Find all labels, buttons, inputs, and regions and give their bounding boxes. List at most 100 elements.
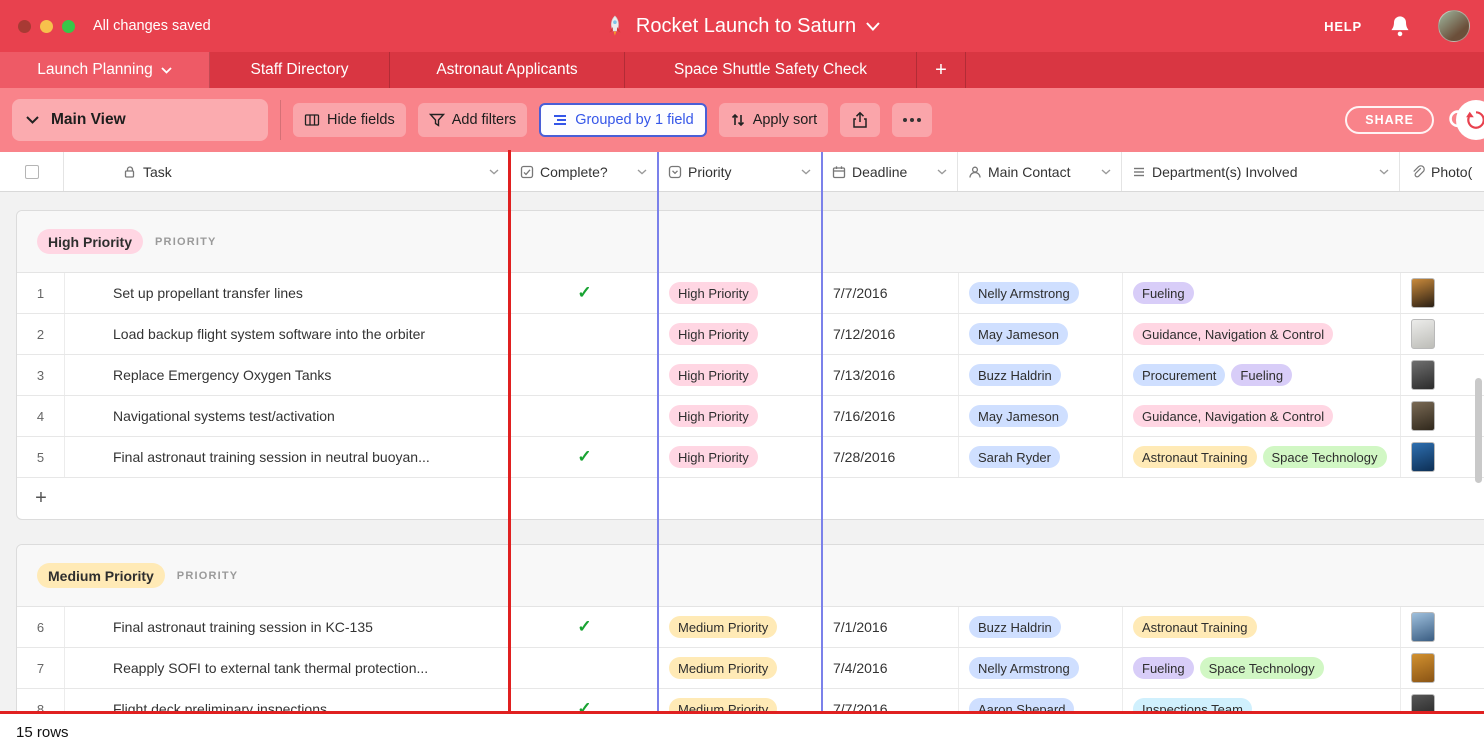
task-cell[interactable]: Navigational systems test/activation — [65, 396, 511, 436]
task-cell[interactable]: Final astronaut training session in KC-1… — [65, 607, 511, 647]
group-header[interactable]: Medium Priority PRIORITY — [17, 545, 1484, 607]
row-number-cell[interactable]: 4 — [17, 396, 65, 436]
user-avatar[interactable] — [1438, 10, 1470, 42]
apply-sort-button[interactable]: Apply sort — [719, 103, 828, 137]
deadline-cell[interactable]: 7/16/2016 — [823, 396, 959, 436]
task-cell[interactable]: Final astronaut training session in neut… — [65, 437, 511, 477]
column-header-complete[interactable]: Complete? — [510, 152, 658, 191]
complete-cell[interactable]: ✓ — [511, 273, 659, 313]
complete-cell[interactable]: ✓ — [511, 437, 659, 477]
column-header-departments[interactable]: Department(s) Involved — [1122, 152, 1400, 191]
priority-cell[interactable]: Medium Priority — [659, 648, 823, 688]
photo-cell[interactable] — [1401, 689, 1484, 713]
departments-cell[interactable]: Astronaut Training — [1123, 607, 1401, 647]
row-number-cell[interactable]: 8 — [17, 689, 65, 713]
row-number-cell[interactable]: 7 — [17, 648, 65, 688]
photo-cell[interactable] — [1401, 648, 1484, 688]
task-cell[interactable]: Reapply SOFI to external tank thermal pr… — [65, 648, 511, 688]
complete-cell[interactable] — [511, 314, 659, 354]
photo-cell[interactable] — [1401, 355, 1484, 395]
priority-cell[interactable]: High Priority — [659, 314, 823, 354]
contact-cell[interactable]: Buzz Haldrin — [959, 607, 1123, 647]
add-record-row[interactable]: + — [17, 478, 1484, 519]
status-bar: 15 rows — [0, 714, 1484, 750]
minimize-window-button[interactable] — [40, 20, 53, 33]
photo-cell[interactable] — [1401, 273, 1484, 313]
tab-space-shuttle-safety-check[interactable]: Space Shuttle Safety Check — [625, 52, 917, 88]
close-window-button[interactable] — [18, 20, 31, 33]
contact-cell[interactable]: Aaron Shepard — [959, 689, 1123, 713]
priority-cell[interactable]: High Priority — [659, 273, 823, 313]
base-title-dropdown[interactable]: Rocket Launch to Saturn — [604, 15, 880, 38]
contact-cell[interactable]: Nelly Armstrong — [959, 648, 1123, 688]
tab-launch-planning[interactable]: Launch Planning — [0, 52, 210, 88]
checkbox-icon — [520, 165, 534, 179]
contact-cell[interactable]: May Jameson — [959, 314, 1123, 354]
deadline-cell[interactable]: 7/13/2016 — [823, 355, 959, 395]
departments-cell[interactable]: Guidance, Navigation & Control — [1123, 396, 1401, 436]
task-cell[interactable]: Set up propellant transfer lines — [65, 273, 511, 313]
select-all-cell[interactable] — [0, 152, 64, 191]
task-cell[interactable]: Load backup flight system software into … — [65, 314, 511, 354]
deadline-cell[interactable]: 7/12/2016 — [823, 314, 959, 354]
hide-fields-button[interactable]: Hide fields — [293, 103, 406, 137]
notifications-bell-icon[interactable] — [1388, 14, 1412, 38]
complete-cell[interactable]: ✓ — [511, 689, 659, 713]
photo-cell[interactable] — [1401, 607, 1484, 647]
priority-cell[interactable]: Medium Priority — [659, 689, 823, 713]
departments-cell[interactable]: Fueling — [1123, 273, 1401, 313]
complete-cell[interactable] — [511, 648, 659, 688]
complete-cell[interactable] — [511, 396, 659, 436]
task-cell[interactable]: Flight deck preliminary inspections — [65, 689, 511, 713]
row-number-cell[interactable]: 2 — [17, 314, 65, 354]
deadline-cell[interactable]: 7/28/2016 — [823, 437, 959, 477]
photo-cell[interactable] — [1401, 396, 1484, 436]
view-switcher[interactable]: Main View — [12, 99, 268, 141]
help-link[interactable]: HELP — [1324, 19, 1362, 34]
task-cell[interactable]: Replace Emergency Oxygen Tanks — [65, 355, 511, 395]
priority-cell[interactable]: High Priority — [659, 396, 823, 436]
column-header-photo[interactable]: Photo( — [1400, 152, 1484, 191]
column-header-deadline[interactable]: Deadline — [822, 152, 958, 191]
row-number-cell[interactable]: 3 — [17, 355, 65, 395]
group-header[interactable]: High Priority PRIORITY — [17, 211, 1484, 273]
add-filters-button[interactable]: Add filters — [418, 103, 527, 137]
tab-staff-directory[interactable]: Staff Directory — [210, 52, 390, 88]
contact-cell[interactable]: May Jameson — [959, 396, 1123, 436]
row-number-cell[interactable]: 5 — [17, 437, 65, 477]
column-header-task[interactable]: Task — [64, 152, 510, 191]
departments-cell[interactable]: Inspections Team — [1123, 689, 1401, 713]
select-all-checkbox[interactable] — [25, 165, 39, 179]
more-options-button[interactable] — [892, 103, 932, 137]
share-button[interactable]: SHARE — [1345, 106, 1434, 134]
deadline-cell[interactable]: 7/4/2016 — [823, 648, 959, 688]
deadline-cell[interactable]: 7/7/2016 — [823, 273, 959, 313]
departments-cell[interactable]: FuelingSpace Technology — [1123, 648, 1401, 688]
history-button[interactable] — [1456, 100, 1484, 140]
share-view-button[interactable] — [840, 103, 880, 137]
departments-cell[interactable]: Astronaut TrainingSpace Technology — [1123, 437, 1401, 477]
contact-cell[interactable]: Buzz Haldrin — [959, 355, 1123, 395]
column-header-main-contact[interactable]: Main Contact — [958, 152, 1122, 191]
priority-cell[interactable]: High Priority — [659, 437, 823, 477]
grouped-by-button[interactable]: Grouped by 1 field — [539, 103, 707, 137]
deadline-cell[interactable]: 7/1/2016 — [823, 607, 959, 647]
column-header-priority[interactable]: Priority — [658, 152, 822, 191]
departments-cell[interactable]: Guidance, Navigation & Control — [1123, 314, 1401, 354]
departments-cell[interactable]: ProcurementFueling — [1123, 355, 1401, 395]
tab-astronaut-applicants[interactable]: Astronaut Applicants — [390, 52, 625, 88]
row-number-cell[interactable]: 1 — [17, 273, 65, 313]
photo-cell[interactable] — [1401, 437, 1484, 477]
complete-cell[interactable]: ✓ — [511, 607, 659, 647]
priority-cell[interactable]: High Priority — [659, 355, 823, 395]
contact-cell[interactable]: Sarah Ryder — [959, 437, 1123, 477]
vertical-scrollbar-thumb[interactable] — [1475, 378, 1482, 483]
complete-cell[interactable] — [511, 355, 659, 395]
zoom-window-button[interactable] — [62, 20, 75, 33]
priority-cell[interactable]: Medium Priority — [659, 607, 823, 647]
deadline-cell[interactable]: 7/7/2016 — [823, 689, 959, 713]
contact-cell[interactable]: Nelly Armstrong — [959, 273, 1123, 313]
add-table-button[interactable]: + — [917, 52, 966, 88]
row-number-cell[interactable]: 6 — [17, 607, 65, 647]
photo-cell[interactable] — [1401, 314, 1484, 354]
